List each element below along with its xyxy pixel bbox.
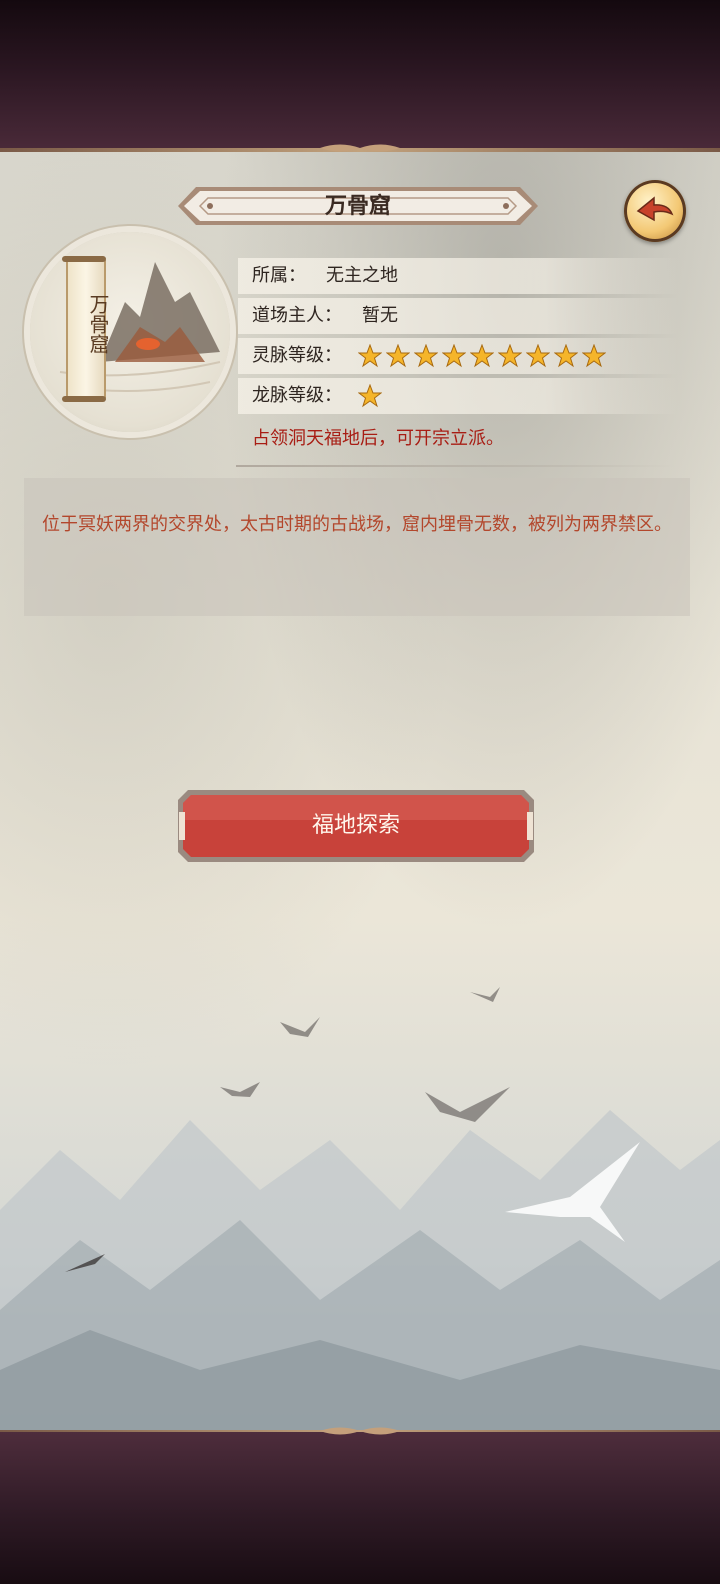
location-medallion bbox=[30, 232, 230, 432]
info-divider bbox=[236, 465, 676, 467]
star-icon bbox=[386, 344, 410, 368]
page-title: 万骨窟 bbox=[324, 193, 391, 219]
description-panel: 位于冥妖两界的交界处，太古时期的古战场，窟内埋骨无数，被列为两界禁区。 bbox=[24, 478, 690, 616]
star-icon bbox=[554, 344, 578, 368]
bottom-ornament bbox=[320, 1427, 400, 1435]
title-banner: 万骨窟 bbox=[178, 183, 538, 229]
owner-value: 暂无 bbox=[362, 305, 398, 326]
star-icon bbox=[470, 344, 494, 368]
explore-button[interactable]: 福地探索 bbox=[178, 790, 534, 862]
affiliation-value: 无主之地 bbox=[326, 265, 398, 286]
location-name-scroll: 万骨窟 bbox=[62, 256, 110, 402]
star-icon bbox=[498, 344, 522, 368]
spirit-vein-stars bbox=[358, 344, 606, 368]
scroll-location-name: 万骨窟 bbox=[86, 294, 110, 354]
spirit-vein-label: 灵脉等级： bbox=[252, 345, 342, 366]
star-icon bbox=[442, 344, 466, 368]
star-icon bbox=[414, 344, 438, 368]
flying-cranes bbox=[65, 987, 640, 1272]
info-row-spirit-vein: 灵脉等级： bbox=[238, 338, 678, 374]
dragon-vein-label: 龙脉等级： bbox=[252, 385, 342, 406]
explore-button-label: 福地探索 bbox=[311, 813, 400, 838]
back-button[interactable] bbox=[624, 180, 686, 242]
owner-label: 道场主人： bbox=[252, 305, 342, 326]
star-icon bbox=[358, 384, 382, 408]
star-icon bbox=[526, 344, 550, 368]
back-arrow-icon bbox=[636, 196, 674, 222]
star-icon bbox=[358, 344, 382, 368]
info-row-affiliation: 所属： 无主之地 bbox=[238, 258, 678, 294]
star-icon bbox=[582, 344, 606, 368]
dragon-vein-stars bbox=[358, 384, 382, 408]
info-row-owner: 道场主人： 暂无 bbox=[238, 298, 678, 334]
description-text: 位于冥妖两界的交界处，太古时期的古战场，窟内埋骨无数，被列为两界禁区。 bbox=[42, 514, 672, 535]
top-frame bbox=[0, 0, 720, 150]
info-row-dragon-vein: 龙脉等级： bbox=[238, 378, 678, 414]
occupation-note: 占领洞天福地后，可开宗立派。 bbox=[252, 428, 504, 449]
affiliation-label: 所属： bbox=[252, 265, 306, 286]
bottom-frame bbox=[0, 1432, 720, 1584]
location-landscape-illustration bbox=[59, 262, 221, 392]
